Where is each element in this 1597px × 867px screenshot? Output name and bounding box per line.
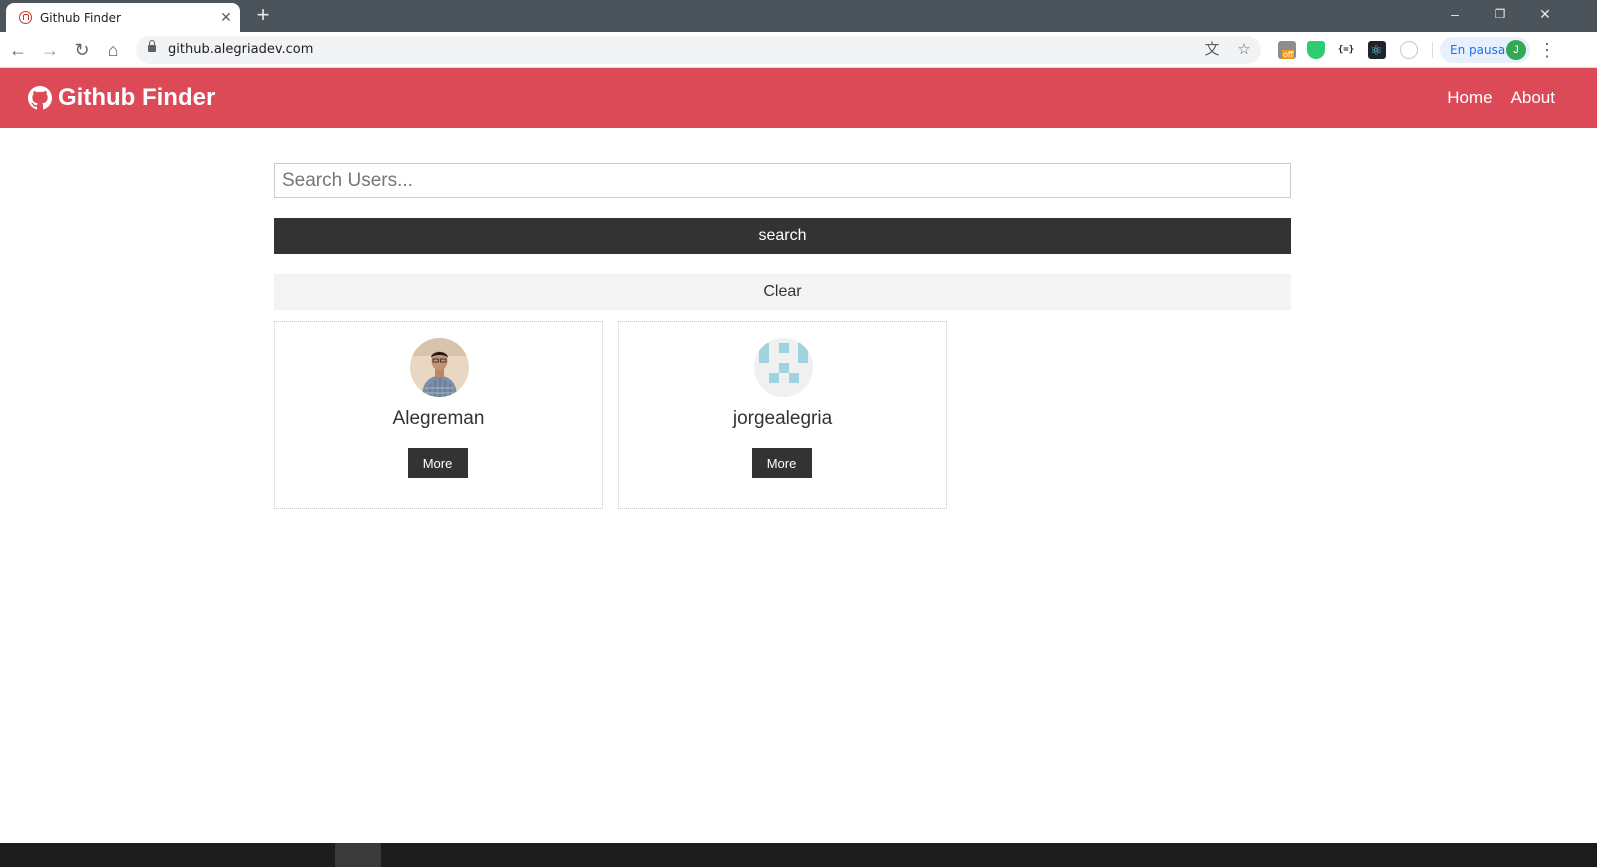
user-card: Alegreman More bbox=[274, 321, 603, 509]
os-taskbar bbox=[0, 843, 1597, 867]
brand-title: Github Finder bbox=[58, 84, 216, 111]
forward-icon[interactable]: → bbox=[39, 39, 61, 61]
address-bar[interactable]: github.alegriadev.com 文 ☆ bbox=[136, 36, 1261, 64]
user-login: Alegreman bbox=[392, 408, 485, 429]
browser-toolbar: ← → ↻ ⌂ github.alegriadev.com 文 ☆ off {=… bbox=[0, 32, 1597, 68]
extension-off-icon[interactable]: off bbox=[1278, 41, 1296, 59]
photo-avatar-icon bbox=[409, 338, 469, 397]
back-icon[interactable]: ← bbox=[7, 39, 29, 61]
new-tab-icon[interactable]: + bbox=[253, 4, 273, 26]
lock-icon bbox=[148, 40, 156, 52]
search-input[interactable] bbox=[274, 163, 1291, 198]
favicon-icon bbox=[19, 11, 32, 24]
github-icon bbox=[28, 86, 52, 110]
more-button[interactable]: More bbox=[751, 448, 812, 478]
translate-icon[interactable]: 文 bbox=[1202, 40, 1222, 60]
url-text: github.alegriadev.com bbox=[168, 42, 314, 57]
more-button[interactable]: More bbox=[407, 448, 468, 478]
profile-avatar: J bbox=[1506, 40, 1526, 60]
react-devtools-icon[interactable] bbox=[1368, 41, 1386, 59]
profile-button[interactable]: En pausa J bbox=[1440, 37, 1530, 63]
close-window-icon[interactable]: ✕ bbox=[1531, 4, 1559, 24]
clear-button[interactable]: Clear bbox=[274, 274, 1291, 310]
toolbar-divider bbox=[1432, 42, 1433, 58]
browser-tab-bar: Github Finder ✕ + – ❐ ✕ bbox=[0, 0, 1597, 32]
timer-extension-icon[interactable] bbox=[1400, 41, 1418, 59]
shield-extension-icon[interactable] bbox=[1307, 41, 1325, 59]
bookmark-star-icon[interactable]: ☆ bbox=[1234, 40, 1254, 60]
user-login: jorgealegria bbox=[732, 408, 833, 429]
nav-about-link[interactable]: About bbox=[1511, 88, 1555, 108]
browser-tab[interactable]: Github Finder ✕ bbox=[6, 3, 240, 32]
identicon-avatar-icon bbox=[753, 338, 813, 397]
tab-title: Github Finder bbox=[40, 11, 121, 25]
restore-icon[interactable]: ❐ bbox=[1486, 4, 1514, 24]
taskbar-item[interactable] bbox=[335, 843, 381, 867]
json-extension-icon[interactable]: {=} bbox=[1337, 41, 1355, 59]
user-card: jorgealegria More bbox=[618, 321, 947, 509]
home-icon[interactable]: ⌂ bbox=[102, 39, 124, 61]
nav-links: Home About bbox=[1447, 88, 1555, 108]
minimize-icon[interactable]: – bbox=[1441, 4, 1469, 24]
app-navbar: Github Finder Home About bbox=[0, 68, 1597, 128]
user-avatar bbox=[409, 338, 469, 397]
search-button[interactable]: search bbox=[274, 218, 1291, 254]
close-tab-icon[interactable]: ✕ bbox=[218, 9, 234, 25]
reload-icon[interactable]: ↻ bbox=[71, 39, 93, 61]
user-avatar bbox=[753, 338, 813, 397]
brand[interactable]: Github Finder bbox=[28, 84, 215, 112]
browser-menu-icon[interactable]: ⋮ bbox=[1538, 39, 1556, 61]
profile-status: En pausa bbox=[1450, 43, 1506, 57]
nav-home-link[interactable]: Home bbox=[1447, 88, 1492, 108]
